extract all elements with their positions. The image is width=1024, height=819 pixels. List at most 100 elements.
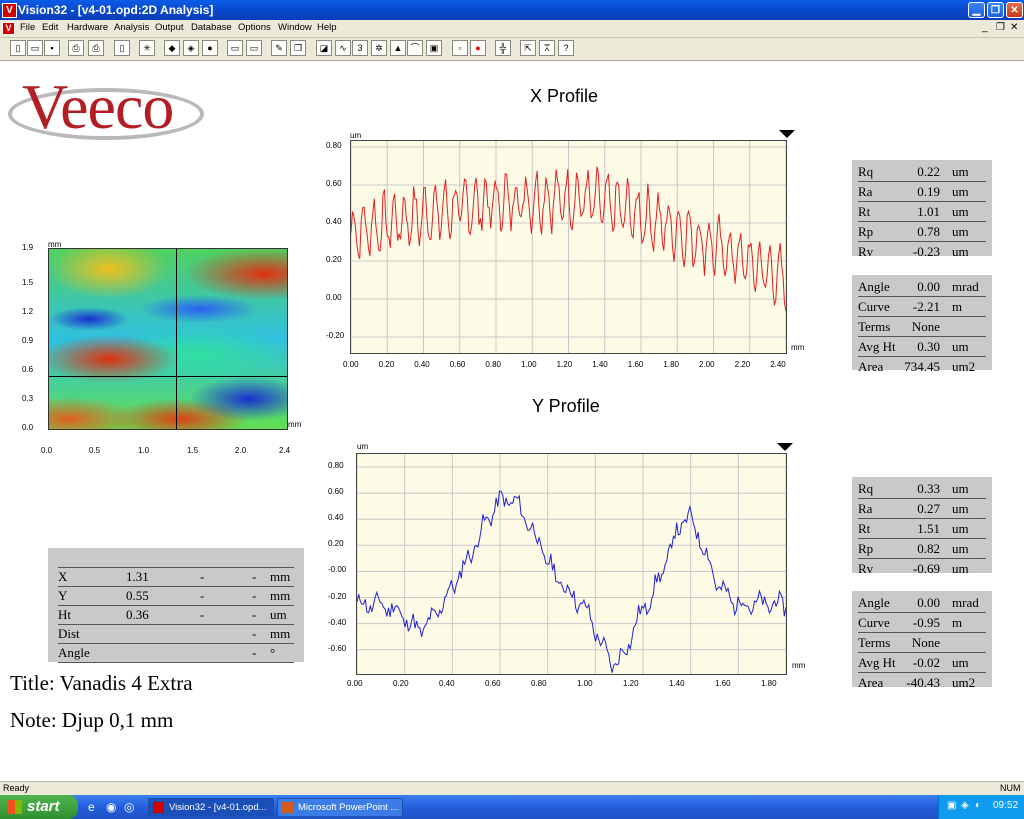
- y-profile-marker-icon[interactable]: [777, 443, 793, 451]
- cursor-d2: -: [252, 569, 257, 584]
- stat-unit: um: [952, 164, 969, 179]
- y-profile-y-tick: -0.20: [328, 591, 347, 601]
- window-2-icon[interactable]: ▭: [246, 40, 262, 56]
- open-icon[interactable]: ▭: [27, 40, 43, 56]
- stat-label: Angle: [858, 279, 890, 294]
- stat-value: 0.19: [917, 184, 940, 199]
- network-icon[interactable]: ▣: [947, 800, 956, 811]
- ie-icon[interactable]: e: [88, 800, 95, 814]
- x-profile-x-tick: 1.00: [521, 360, 537, 369]
- histogram-icon[interactable]: ▲: [390, 40, 406, 56]
- stat-row: Curve -0.95 m: [858, 613, 986, 633]
- stat-value: 0.27: [917, 501, 940, 516]
- map-cursor-vertical[interactable]: [176, 249, 177, 429]
- minimize-button[interactable]: ▁: [968, 2, 985, 18]
- palette-icon[interactable]: ◆: [164, 40, 180, 56]
- start-button[interactable]: start: [0, 795, 78, 819]
- y-profile-plot[interactable]: [356, 453, 787, 675]
- cursor-unit: °: [270, 645, 276, 660]
- print-preview-icon[interactable]: ⎙: [68, 40, 84, 56]
- taskbar-vision32[interactable]: Vision32 - [v4-01.opd...: [148, 798, 274, 817]
- stat-unit: um: [952, 481, 969, 496]
- menu-output[interactable]: Output: [155, 22, 184, 33]
- menu-hardware[interactable]: Hardware: [67, 22, 108, 33]
- record-icon[interactable]: ●: [470, 40, 486, 56]
- x-profile-x-tick: 1.80: [663, 360, 679, 369]
- light-icon[interactable]: ✳: [139, 40, 155, 56]
- map-y-tick: 0.9: [22, 336, 34, 345]
- y-roughness-stats: Rq 0.33 um Ra 0.27 um Rt 1.51 um Rp 0.82 um Rv -0.69 u…: [852, 477, 992, 576]
- save-icon[interactable]: ▪: [44, 40, 60, 56]
- menu-file[interactable]: File: [20, 22, 35, 33]
- settings-icon[interactable]: ✲: [371, 40, 387, 56]
- restore-button[interactable]: ❐: [987, 2, 1004, 18]
- stat-value: None: [911, 635, 940, 650]
- menu-options[interactable]: Options: [238, 22, 271, 33]
- document-icon[interactable]: V: [2, 22, 15, 35]
- 3d-icon[interactable]: 3: [352, 40, 368, 56]
- cursor-label: Dist: [58, 626, 80, 641]
- stat-label: Terms: [858, 635, 891, 650]
- y-profile-x-tick: 1.00: [577, 679, 593, 688]
- map-cursor-horizontal[interactable]: [49, 376, 287, 377]
- close-button[interactable]: ✕: [1006, 2, 1023, 18]
- menu-help[interactable]: Help: [317, 22, 337, 33]
- menu-analysis[interactable]: Analysis: [114, 22, 149, 33]
- color-dots-icon[interactable]: ●: [202, 40, 218, 56]
- desktop-icon[interactable]: ◎: [124, 800, 134, 814]
- volume-icon[interactable]: ◐: [975, 800, 981, 811]
- stat-label: Curve: [858, 615, 890, 630]
- y-profile-x-tick: 0.80: [531, 679, 547, 688]
- cursor-d2: -: [252, 626, 257, 641]
- colors-icon[interactable]: ◈: [183, 40, 199, 56]
- app-icon[interactable]: V: [2, 3, 17, 18]
- vision32-icon: [153, 802, 164, 813]
- stat-unit: um2: [952, 675, 976, 690]
- select-icon[interactable]: ⇱: [520, 40, 536, 56]
- contour-icon[interactable]: ◪: [316, 40, 332, 56]
- copy-icon[interactable]: ❐: [290, 40, 306, 56]
- stat-row: Ra 0.27 um: [858, 499, 986, 519]
- x-profile-plot[interactable]: [350, 140, 787, 354]
- stat-row: Rq 0.22 um: [858, 162, 986, 182]
- tools-icon[interactable]: ✎: [271, 40, 287, 56]
- chart-icon[interactable]: ⩞: [539, 40, 555, 56]
- shield-icon[interactable]: ◈: [961, 800, 969, 811]
- stat-label: Rp: [858, 541, 874, 556]
- disabled-tool-icon[interactable]: ▫: [452, 40, 468, 56]
- menu-window[interactable]: Window: [278, 22, 312, 33]
- stat-row: Rv -0.23 um: [858, 242, 986, 261]
- y-profile-title: Y Profile: [532, 396, 600, 416]
- mdi-close-button[interactable]: ✕: [1010, 22, 1018, 33]
- stat-unit: mrad: [952, 595, 979, 610]
- y-profile-x-tick: 0.20: [393, 679, 409, 688]
- taskbar-powerpoint[interactable]: Microsoft PowerPoint ...: [277, 798, 403, 817]
- help-icon[interactable]: ?: [558, 40, 574, 56]
- y-profile-y-tick: 0.40: [328, 513, 344, 523]
- stat-label: Rv: [858, 244, 874, 259]
- x-profile-y-tick: 0.20: [326, 255, 342, 264]
- x-profile-marker-icon[interactable]: [779, 130, 795, 138]
- menu-edit[interactable]: Edit: [42, 22, 58, 33]
- zoom-icon[interactable]: ▣: [426, 40, 442, 56]
- print-icon[interactable]: ⎙: [88, 40, 104, 56]
- clock[interactable]: 09:52: [993, 800, 1018, 811]
- profile-icon[interactable]: ∿: [335, 40, 351, 56]
- surface-map[interactable]: [48, 248, 288, 430]
- new-icon[interactable]: ▯: [10, 40, 26, 56]
- y-profile-x-tick: 1.60: [715, 679, 731, 688]
- media-icon[interactable]: ◉: [106, 800, 116, 814]
- mdi-minimize-button[interactable]: _: [982, 22, 988, 33]
- num-lock-indicator: NUM: [1000, 783, 1021, 793]
- y-profile-y-tick: 0.80: [328, 461, 344, 470]
- grid-icon[interactable]: ╬: [495, 40, 511, 56]
- x-profile-y-unit: um: [350, 131, 362, 140]
- curve-icon[interactable]: ⌒: [407, 40, 423, 56]
- page-icon[interactable]: ▯: [114, 40, 130, 56]
- stat-unit: um: [952, 561, 969, 576]
- window-1-icon[interactable]: ▭: [227, 40, 243, 56]
- mdi-restore-button[interactable]: ❐: [996, 22, 1005, 33]
- y-profile-x-tick: 1.20: [623, 679, 639, 688]
- stat-unit: um: [952, 204, 969, 219]
- menu-database[interactable]: Database: [191, 22, 232, 33]
